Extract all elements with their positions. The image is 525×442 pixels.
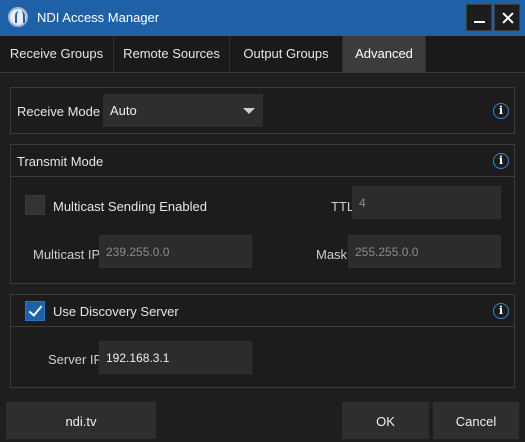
- tab-receive-groups[interactable]: Receive Groups: [0, 36, 114, 72]
- transmit-mode-panel: Transmit Mode i Multicast Sending Enable…: [10, 144, 515, 284]
- discovery-info-icon[interactable]: i: [493, 303, 509, 319]
- multicast-enabled-checkbox[interactable]: [25, 195, 45, 215]
- server-ip-input[interactable]: 192.168.3.1: [99, 341, 252, 374]
- multicast-ip-input[interactable]: 239.255.0.0: [99, 235, 252, 268]
- minimize-button[interactable]: [466, 4, 492, 31]
- ndi-app-icon: [8, 7, 28, 27]
- ttl-input[interactable]: 4: [352, 186, 501, 219]
- discovery-header: Use Discovery Server i: [11, 295, 514, 327]
- receive-mode-value: Auto: [110, 103, 137, 118]
- tab-bar: Receive Groups Remote Sources Output Gro…: [0, 36, 525, 73]
- tab-advanced[interactable]: Advanced: [343, 36, 426, 72]
- tab-output-groups[interactable]: Output Groups: [230, 36, 343, 72]
- chevron-down-icon: [243, 108, 255, 114]
- ttl-label: TTL: [331, 199, 355, 214]
- receive-mode-panel: Receive Mode Auto i: [10, 87, 515, 134]
- title-bar: NDI Access Manager: [0, 0, 525, 36]
- close-button[interactable]: [494, 4, 520, 31]
- mask-label: Mask: [316, 247, 348, 262]
- transmit-mode-header: Transmit Mode i: [11, 145, 514, 177]
- minimize-icon: [474, 21, 485, 23]
- transmit-mode-info-icon[interactable]: i: [493, 153, 509, 169]
- server-ip-label: Server IP: [48, 352, 103, 367]
- window-title: NDI Access Manager: [37, 10, 160, 25]
- receive-mode-info-icon[interactable]: i: [493, 103, 509, 119]
- use-discovery-label: Use Discovery Server: [53, 304, 179, 319]
- ok-button[interactable]: OK: [342, 402, 429, 439]
- cancel-button[interactable]: Cancel: [433, 402, 519, 439]
- receive-mode-label: Receive Mode: [17, 104, 101, 119]
- multicast-enabled-label: Multicast Sending Enabled: [53, 199, 207, 214]
- receive-mode-dropdown[interactable]: Auto: [103, 94, 263, 127]
- mask-input[interactable]: 255.255.0.0: [348, 235, 501, 268]
- checkmark-icon: [28, 302, 43, 317]
- multicast-ip-label: Multicast IP: [33, 247, 101, 262]
- discovery-panel: Use Discovery Server i Server IP 192.168…: [10, 294, 515, 388]
- ndi-website-button[interactable]: ndi.tv: [6, 402, 156, 439]
- use-discovery-checkbox[interactable]: [25, 301, 45, 321]
- transmit-mode-heading: Transmit Mode: [17, 154, 104, 169]
- tab-remote-sources[interactable]: Remote Sources: [114, 36, 230, 72]
